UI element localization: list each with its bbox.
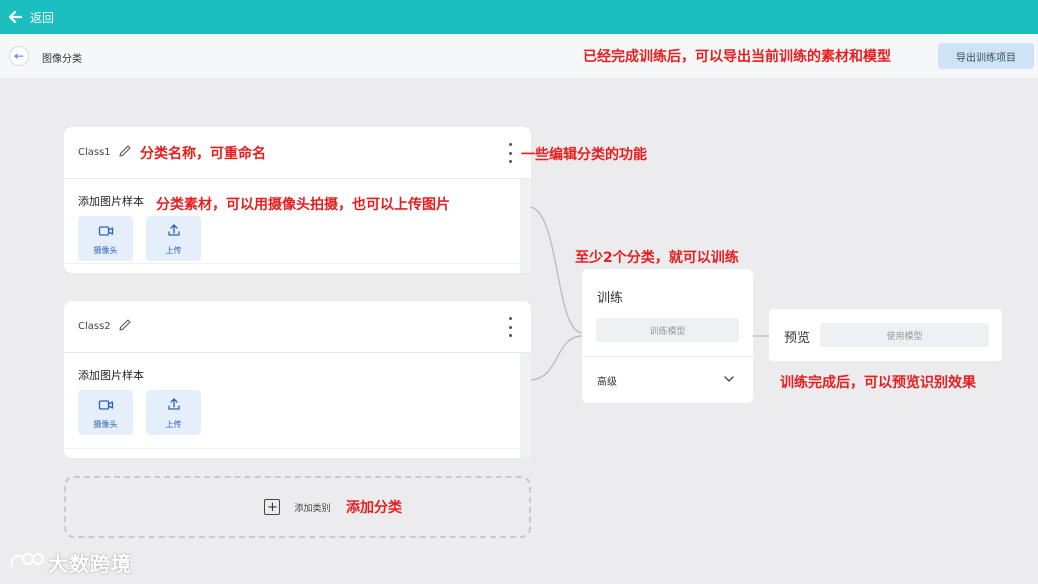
class-name[interactable]: Class2 <box>78 321 111 332</box>
scrollbar[interactable] <box>520 179 531 273</box>
webcam-button[interactable]: 摄像头 <box>78 216 133 261</box>
plus-icon: + <box>264 499 281 515</box>
watermark: 大数跨境 <box>8 548 132 577</box>
chevron-down-icon[interactable] <box>722 371 736 385</box>
annotation-export: 已经完成训练后，可以导出当前训练的素材和模型 <box>583 49 891 65</box>
more-menu-icon[interactable] <box>505 143 515 163</box>
add-class-button[interactable]: + 添加类别 <box>64 476 531 538</box>
pencil-icon[interactable] <box>117 143 133 159</box>
advanced-label[interactable]: 高级 <box>597 373 617 388</box>
sample-area: 添加图片样本 摄像头 上传 <box>64 353 531 458</box>
webcam-label: 摄像头 <box>93 419 118 429</box>
watermark-logo-icon <box>8 549 44 577</box>
sample-label: 添加图片样本 <box>78 195 144 208</box>
watermark-text: 大数跨境 <box>48 552 132 576</box>
upload-icon <box>167 222 181 241</box>
top-bar: 返回 <box>0 0 1038 34</box>
back-circle-icon[interactable]: ← <box>9 46 29 66</box>
page-title: 图像分类 <box>42 54 82 65</box>
training-title: 训练 <box>597 291 624 306</box>
annotation-min-classes: 至少2个分类，就可以训练 <box>575 250 739 266</box>
back-arrow-icon[interactable] <box>8 10 22 24</box>
annotation-rename: 分类名称，可重命名 <box>140 146 266 162</box>
pencil-icon[interactable] <box>117 317 133 333</box>
video-camera-icon <box>98 222 114 241</box>
upload-label: 上传 <box>165 419 182 429</box>
upload-button[interactable]: 上传 <box>146 390 201 435</box>
use-model-button[interactable]: 使用模型 <box>820 323 989 347</box>
add-class-label: 添加类别 <box>294 503 331 514</box>
class-card-header: Class2 <box>64 301 531 353</box>
class-name[interactable]: Class1 <box>78 147 111 158</box>
training-card: 训练 训练模型 高级 <box>582 269 753 403</box>
upload-label: 上传 <box>165 245 182 255</box>
export-project-button[interactable]: 导出训练项目 <box>938 43 1034 69</box>
annotation-edit-menu: 一些编辑分类的功能 <box>521 147 647 163</box>
webcam-label: 摄像头 <box>93 245 118 255</box>
page-header: ← 图像分类 已经完成训练后，可以导出当前训练的素材和模型 导出训练项目 <box>0 34 1038 78</box>
class-card-header: Class1 <box>64 127 531 179</box>
preview-card: 预览 使用模型 <box>769 309 1002 361</box>
video-camera-icon <box>98 396 114 415</box>
webcam-button[interactable]: 摄像头 <box>78 390 133 435</box>
class-card-2: Class2 添加图片样本 摄像头 上传 <box>64 301 531 458</box>
preview-title: 预览 <box>784 331 811 346</box>
back-link[interactable]: 返回 <box>30 9 54 26</box>
annotation-preview: 训练完成后，可以预览识别效果 <box>780 375 976 391</box>
upload-icon <box>167 396 181 415</box>
more-menu-icon[interactable] <box>505 317 515 337</box>
scrollbar[interactable] <box>520 353 531 458</box>
annotation-add-class: 添加分类 <box>346 500 402 516</box>
upload-button[interactable]: 上传 <box>146 216 201 261</box>
annotation-samples: 分类素材，可以用摄像头拍摄，也可以上传图片 <box>156 197 450 213</box>
train-model-button[interactable]: 训练模型 <box>596 318 739 342</box>
sample-label: 添加图片样本 <box>78 369 144 382</box>
